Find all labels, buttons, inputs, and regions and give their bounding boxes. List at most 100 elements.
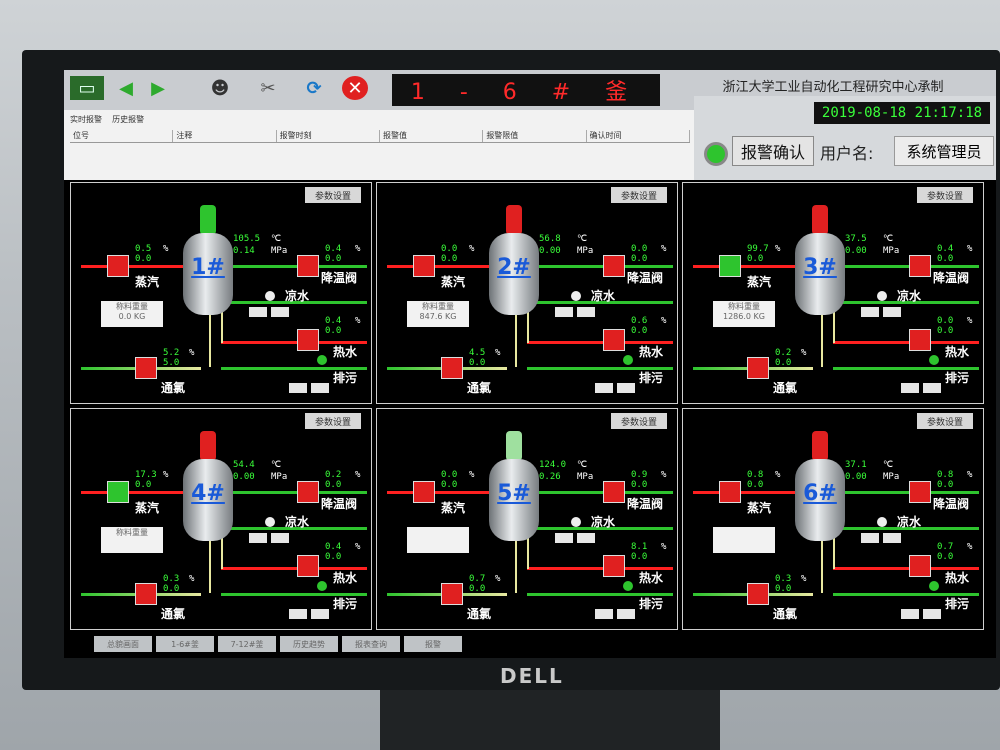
- hot-water-valve[interactable]: [297, 329, 319, 351]
- drain-valve[interactable]: [929, 581, 939, 591]
- nav-overview[interactable]: 总貌画面: [94, 636, 152, 652]
- temp-value: 105.5: [233, 234, 261, 244]
- monitor-icon[interactable]: ▭: [70, 76, 104, 100]
- tab-history-alarm[interactable]: 历史报警: [112, 115, 144, 124]
- drain-close-button[interactable]: [311, 383, 329, 393]
- cool-pct: %: [661, 244, 667, 254]
- cold-water-valve[interactable]: [877, 291, 887, 301]
- chlorine-valve[interactable]: [135, 357, 157, 379]
- cold-open-button[interactable]: [555, 307, 573, 317]
- back-arrow-icon[interactable]: ◀: [112, 76, 140, 100]
- param-settings-button[interactable]: 参数设置: [917, 187, 973, 203]
- col-comment[interactable]: 注释: [173, 130, 277, 142]
- drain-valve[interactable]: [317, 581, 327, 591]
- drain-close-button[interactable]: [311, 609, 329, 619]
- reactor-tank[interactable]: 4#: [183, 459, 233, 541]
- reactor-tank[interactable]: 6#: [795, 459, 845, 541]
- cold-water-valve[interactable]: [571, 291, 581, 301]
- cold-open-button[interactable]: [861, 533, 879, 543]
- chlorine-valve[interactable]: [441, 357, 463, 379]
- cold-close-button[interactable]: [577, 533, 595, 543]
- col-alarm-value[interactable]: 报警值: [380, 130, 484, 142]
- nav-alarm[interactable]: 报警: [404, 636, 462, 652]
- steam-valve[interactable]: [413, 255, 435, 277]
- cooling-valve[interactable]: [297, 255, 319, 277]
- cooling-valve[interactable]: [297, 481, 319, 503]
- drain-valve[interactable]: [317, 355, 327, 365]
- cold-close-button[interactable]: [271, 307, 289, 317]
- drain-open-button[interactable]: [289, 609, 307, 619]
- chlorine-valve[interactable]: [747, 583, 769, 605]
- cold-water-valve[interactable]: [265, 291, 275, 301]
- drain-open-button[interactable]: [595, 609, 613, 619]
- nav-report[interactable]: 报表查询: [342, 636, 400, 652]
- param-settings-button[interactable]: 参数设置: [305, 413, 361, 429]
- hot-water-valve[interactable]: [297, 555, 319, 577]
- steam-valve[interactable]: [719, 255, 741, 277]
- cold-water-valve[interactable]: [571, 517, 581, 527]
- col-alarm-limit[interactable]: 报警限值: [483, 130, 587, 142]
- reactor-id: 4#: [191, 481, 225, 506]
- cooling-valve[interactable]: [603, 481, 625, 503]
- cold-water-valve[interactable]: [877, 517, 887, 527]
- weigh-title: 称料重量: [116, 302, 148, 311]
- cold-close-button[interactable]: [883, 307, 901, 317]
- nav-history-trend[interactable]: 历史趋势: [280, 636, 338, 652]
- hot-water-valve[interactable]: [603, 555, 625, 577]
- cold-open-button[interactable]: [555, 533, 573, 543]
- param-settings-button[interactable]: 参数设置: [917, 413, 973, 429]
- cold-close-button[interactable]: [577, 307, 595, 317]
- drain-close-button[interactable]: [923, 609, 941, 619]
- drain-close-button[interactable]: [617, 383, 635, 393]
- steam-valve[interactable]: [107, 255, 129, 277]
- reactor-tank[interactable]: 3#: [795, 233, 845, 315]
- reactor-tank[interactable]: 2#: [489, 233, 539, 315]
- reactor-tank[interactable]: 1#: [183, 233, 233, 315]
- nav-rig-1-6[interactable]: 1-6#釜: [156, 636, 214, 652]
- hot-water-valve[interactable]: [603, 329, 625, 351]
- hot-water-valve[interactable]: [909, 329, 931, 351]
- drain-open-button[interactable]: [901, 383, 919, 393]
- cold-open-button[interactable]: [249, 533, 267, 543]
- col-ack-time[interactable]: 确认时间: [587, 130, 690, 142]
- drain-valve[interactable]: [623, 581, 633, 591]
- drain-open-button[interactable]: [595, 383, 613, 393]
- param-settings-button[interactable]: 参数设置: [611, 413, 667, 429]
- param-settings-button[interactable]: 参数设置: [305, 187, 361, 203]
- cooling-valve[interactable]: [909, 481, 931, 503]
- cold-open-button[interactable]: [861, 307, 879, 317]
- alarm-ack-button[interactable]: 报警确认: [732, 136, 814, 166]
- drain-close-button[interactable]: [617, 609, 635, 619]
- param-settings-button[interactable]: 参数设置: [611, 187, 667, 203]
- chlorine-valve[interactable]: [747, 357, 769, 379]
- hot-pct: %: [967, 316, 973, 326]
- hot-water-valve[interactable]: [909, 555, 931, 577]
- nav-rig-7-12[interactable]: 7-12#釜: [218, 636, 276, 652]
- cooling-valve[interactable]: [603, 255, 625, 277]
- user-icon[interactable]: ☻: [206, 76, 234, 100]
- steam-valve[interactable]: [719, 481, 741, 503]
- chlorine-valve[interactable]: [441, 583, 463, 605]
- steam-valve[interactable]: [413, 481, 435, 503]
- col-tag[interactable]: 位号: [70, 130, 174, 142]
- reactor-tank[interactable]: 5#: [489, 459, 539, 541]
- exit-icon[interactable]: ✕: [342, 76, 368, 100]
- drain-open-button[interactable]: [289, 383, 307, 393]
- cooling-valve[interactable]: [909, 255, 931, 277]
- refresh-icon[interactable]: ⟳: [300, 76, 328, 100]
- cold-close-button[interactable]: [271, 533, 289, 543]
- cold-open-button[interactable]: [249, 307, 267, 317]
- chlorine-valve[interactable]: [135, 583, 157, 605]
- cold-water-valve[interactable]: [265, 517, 275, 527]
- tab-realtime-alarm[interactable]: 实时报警: [70, 115, 102, 124]
- tools-icon[interactable]: ✂: [254, 76, 282, 100]
- cold-close-button[interactable]: [883, 533, 901, 543]
- forward-arrow-icon[interactable]: ▶: [144, 76, 172, 100]
- steam-valve[interactable]: [107, 481, 129, 503]
- chlor-b: 0.0: [469, 584, 486, 594]
- drain-valve[interactable]: [623, 355, 633, 365]
- col-alarm-time[interactable]: 报警时刻: [277, 130, 380, 142]
- drain-valve[interactable]: [929, 355, 939, 365]
- drain-close-button[interactable]: [923, 383, 941, 393]
- drain-open-button[interactable]: [901, 609, 919, 619]
